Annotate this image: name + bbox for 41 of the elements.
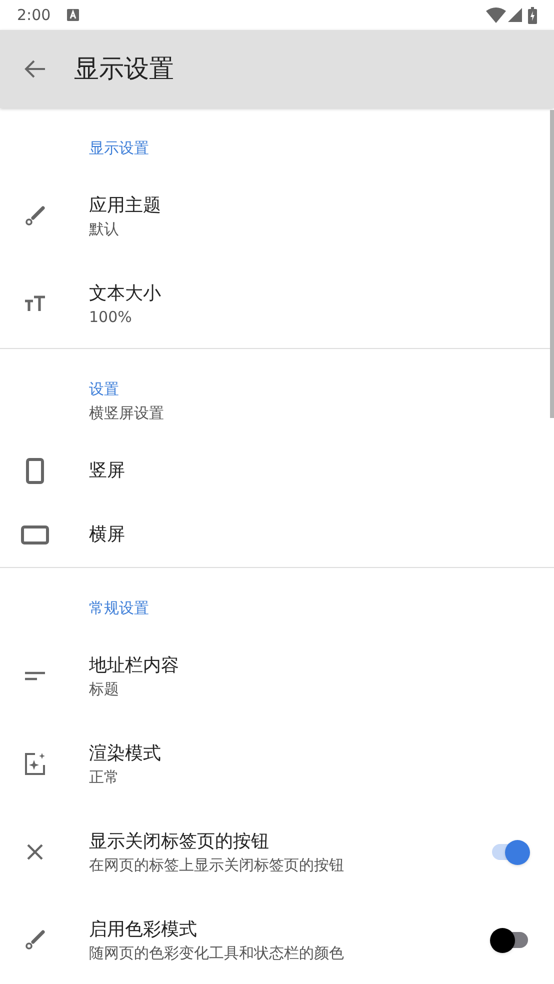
sparkle-frame-icon bbox=[22, 752, 46, 776]
section-header: 设置 bbox=[89, 379, 120, 399]
battery-icon bbox=[528, 6, 537, 24]
preference-item[interactable]: 文本大小 100% bbox=[0, 260, 554, 348]
item-summary: 100% bbox=[89, 306, 133, 326]
wifi-icon bbox=[486, 7, 506, 23]
status-time: 2:00 bbox=[17, 4, 51, 26]
short-lines-icon bbox=[24, 671, 44, 681]
preference-item[interactable]: 竖屏 bbox=[0, 439, 554, 503]
preference-item[interactable]: 地址栏内容 标题 bbox=[0, 632, 554, 720]
item-summary: 正常 bbox=[89, 766, 120, 786]
toggle-switch[interactable] bbox=[490, 927, 530, 953]
screen-title: 显示设置 bbox=[74, 53, 174, 86]
item-summary: 标题 bbox=[89, 678, 120, 698]
item-title: 竖屏 bbox=[89, 459, 126, 483]
section-header: 显示设置 bbox=[89, 138, 150, 158]
phone-portrait-icon bbox=[26, 458, 44, 484]
item-title: 横屏 bbox=[89, 523, 126, 547]
keyboard-notification-icon bbox=[66, 9, 79, 21]
item-title: 显示关闭标签页的按钮 bbox=[89, 830, 270, 854]
item-title: 地址栏内容 bbox=[89, 654, 180, 678]
landscape-screen-icon bbox=[20, 525, 48, 545]
preference-item[interactable]: 横屏 bbox=[0, 503, 554, 567]
close-icon bbox=[26, 843, 44, 861]
item-title: 渲染模式 bbox=[89, 742, 162, 766]
preference-item[interactable]: 显示关闭标签页的按钮 在网页的标签上显示关闭标签页的按钮 bbox=[0, 808, 554, 896]
section-summary: 横竖屏设置 bbox=[89, 403, 165, 423]
brush-icon bbox=[22, 204, 46, 228]
brush-icon bbox=[22, 928, 46, 952]
preference-item[interactable]: 渲染模式 正常 bbox=[0, 720, 554, 808]
signal-icon bbox=[508, 8, 522, 22]
item-title: 文本大小 bbox=[89, 282, 162, 306]
item-title: 启用色彩模式 bbox=[89, 918, 198, 942]
item-summary: 随网页的色彩变化工具和状态栏的颜色 bbox=[89, 942, 345, 962]
preference-item[interactable]: 启用色彩模式 随网页的色彩变化工具和状态栏的颜色 bbox=[0, 896, 554, 984]
item-title: 应用主题 bbox=[89, 194, 162, 218]
section-header: 常规设置 bbox=[89, 598, 150, 618]
toggle-switch[interactable] bbox=[490, 839, 530, 865]
item-summary: 在网页的标签上显示关闭标签页的按钮 bbox=[89, 854, 345, 874]
preference-item[interactable]: 应用主题 默认 bbox=[0, 172, 554, 260]
item-summary: 默认 bbox=[89, 218, 120, 238]
